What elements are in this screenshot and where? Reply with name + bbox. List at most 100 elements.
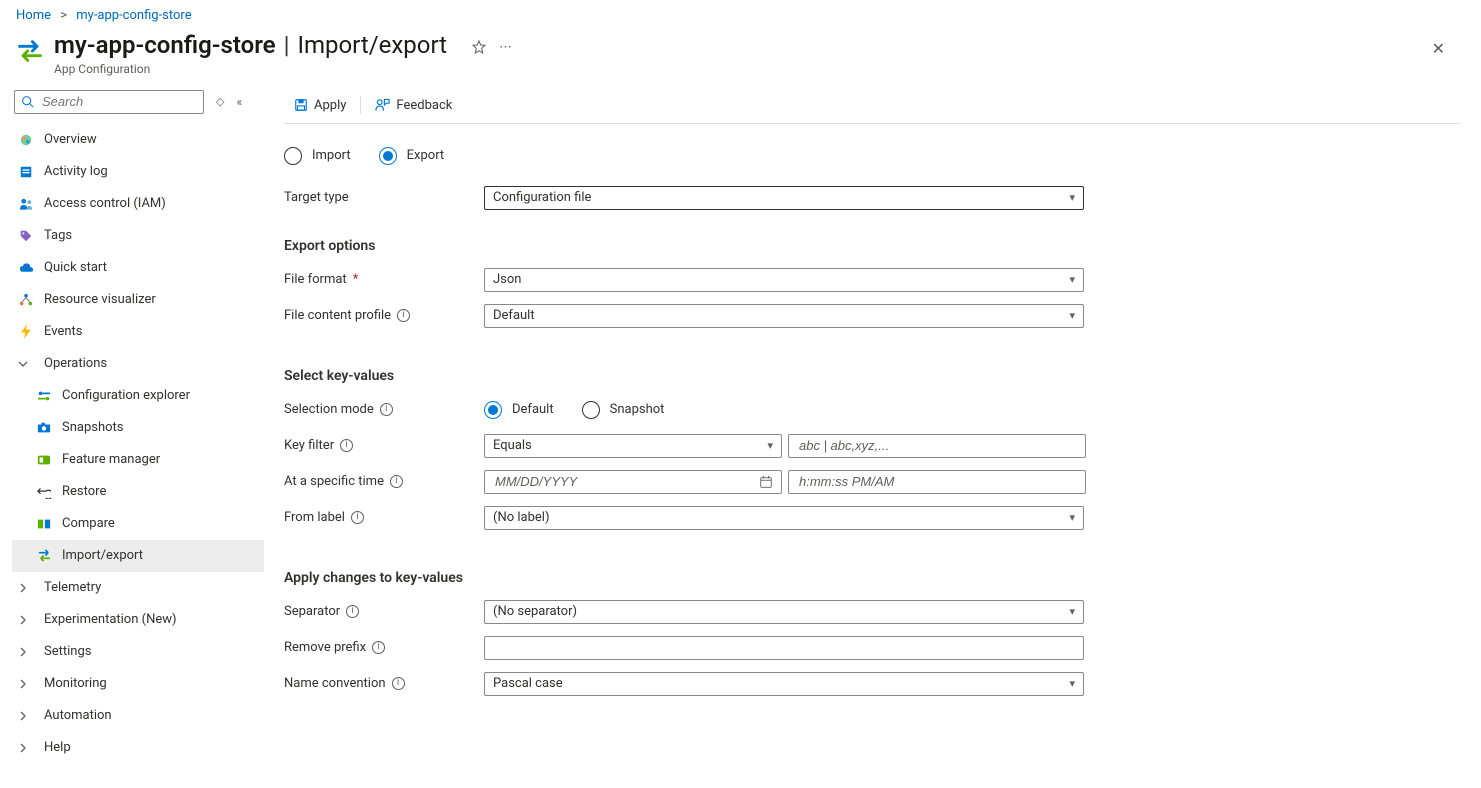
sidebar-item-label: Activity log	[44, 164, 108, 179]
sidebar-item-tags[interactable]: Tags	[12, 220, 264, 252]
chevron-right-icon	[18, 615, 34, 625]
sidebar-item-access[interactable]: Access control (IAM)	[12, 188, 264, 220]
chevron-right-icon	[18, 711, 34, 721]
sidebar-item-compare[interactable]: Compare	[12, 508, 264, 540]
radio-checked-icon	[484, 401, 502, 419]
sidebar-item-label: Quick start	[44, 260, 107, 275]
save-icon	[294, 98, 308, 112]
feedback-button[interactable]: Feedback	[365, 88, 462, 123]
sidebar-item-label: Import/export	[62, 548, 143, 563]
sidebar-item-label: Access control (IAM)	[44, 196, 166, 211]
file-content-profile-select[interactable]: Default ▾	[484, 304, 1084, 328]
chevron-down-icon: ▾	[1069, 511, 1075, 524]
more-icon[interactable]: ⋯	[499, 40, 514, 55]
sidebar-item-label: Restore	[62, 484, 106, 499]
apply-button[interactable]: Apply	[284, 88, 356, 123]
file-format-select[interactable]: Json ▾	[484, 268, 1084, 292]
name-conv-label: Name convention i	[284, 676, 484, 691]
sidebar-item-restore[interactable]: Restore	[12, 476, 264, 508]
radio-unchecked-icon	[284, 147, 302, 165]
toolbar: Apply Feedback	[284, 88, 1461, 124]
log-icon	[18, 164, 34, 180]
at-time-label: At a specific time i	[284, 474, 484, 489]
remove-prefix-label: Remove prefix i	[284, 640, 484, 655]
info-icon[interactable]: i	[351, 511, 364, 524]
chevron-down-icon	[18, 359, 34, 369]
expand-icon[interactable]: ◇	[216, 95, 224, 108]
close-icon[interactable]: ✕	[1432, 39, 1445, 58]
search-icon	[21, 95, 34, 108]
key-filter-value-input[interactable]	[788, 434, 1086, 458]
sidebar-group-operations[interactable]: Operations	[12, 348, 264, 380]
camera-icon	[36, 420, 52, 436]
compare-icon	[36, 516, 52, 532]
target-type-label: Target type	[284, 190, 484, 205]
breadcrumb-resource[interactable]: my-app-config-store	[76, 8, 191, 23]
separator-select[interactable]: (No separator) ▾	[484, 600, 1084, 624]
info-icon[interactable]: i	[397, 309, 410, 322]
breadcrumb-sep: >	[60, 8, 67, 23]
bolt-icon	[18, 324, 34, 340]
separator-label: Separator i	[284, 604, 484, 619]
selection-mode-snapshot-radio[interactable]: Snapshot	[582, 401, 665, 419]
flag-icon	[36, 452, 52, 468]
sidebar-item-label: Overview	[44, 132, 97, 147]
chevron-down-icon: ▾	[767, 439, 773, 452]
key-filter-op-select[interactable]: Equals ▾	[484, 434, 782, 458]
section-select-kv: Select key-values	[284, 368, 1364, 384]
sidebar-search-input[interactable]	[40, 93, 197, 110]
sidebar-group-settings[interactable]: Settings	[12, 636, 264, 668]
selection-mode-label: Selection mode i	[284, 402, 484, 417]
sidebar-group-automation[interactable]: Automation	[12, 700, 264, 732]
at-time-time-input[interactable]	[788, 470, 1086, 494]
sidebar-item-config-explorer[interactable]: Configuration explorer	[12, 380, 264, 412]
collapse-icon[interactable]: «	[236, 95, 242, 109]
info-icon[interactable]: i	[380, 403, 393, 416]
target-type-select[interactable]: Configuration file ▾	[484, 186, 1084, 210]
chevron-right-icon	[18, 679, 34, 689]
sliders-icon	[36, 388, 52, 404]
overview-icon	[18, 132, 34, 148]
sidebar-item-label: Tags	[44, 228, 72, 243]
from-label-select[interactable]: (No label) ▾	[484, 506, 1084, 530]
chevron-down-icon: ▾	[1069, 309, 1075, 322]
name-conv-select[interactable]: Pascal case ▾	[484, 672, 1084, 696]
mode-import-radio[interactable]: Import	[284, 147, 351, 165]
sidebar-item-visualizer[interactable]: Resource visualizer	[12, 284, 264, 316]
chevron-right-icon	[18, 647, 34, 657]
info-icon[interactable]: i	[372, 641, 385, 654]
file-content-profile-label: File content profile i	[284, 308, 484, 323]
sidebar-group-monitoring[interactable]: Monitoring	[12, 668, 264, 700]
selection-mode-default-radio[interactable]: Default	[484, 401, 554, 419]
sidebar-item-feature-manager[interactable]: Feature manager	[12, 444, 264, 476]
calendar-icon[interactable]	[759, 475, 773, 489]
info-icon[interactable]: i	[340, 439, 353, 452]
info-icon[interactable]: i	[390, 475, 403, 488]
sidebar-group-telemetry[interactable]: Telemetry	[12, 572, 264, 604]
info-icon[interactable]: i	[346, 605, 359, 618]
person-feedback-icon	[375, 98, 390, 112]
favorite-icon[interactable]	[471, 39, 487, 55]
sidebar-search[interactable]	[14, 90, 204, 114]
sidebar-item-events[interactable]: Events	[12, 316, 264, 348]
sidebar-group-help[interactable]: Help	[12, 732, 264, 764]
cloud-icon	[18, 260, 34, 276]
key-filter-label: Key filter i	[284, 438, 484, 453]
from-label-label: From label i	[284, 510, 484, 525]
mode-export-radio[interactable]: Export	[379, 147, 445, 165]
at-time-date-input[interactable]	[484, 470, 782, 494]
chevron-down-icon: ▾	[1069, 605, 1075, 618]
tag-icon	[18, 228, 34, 244]
remove-prefix-input[interactable]	[484, 636, 1084, 660]
sidebar-group-experimentation[interactable]: Experimentation (New)	[12, 604, 264, 636]
title-section: Import/export	[297, 31, 447, 60]
sidebar-item-label: Snapshots	[62, 420, 124, 435]
info-icon[interactable]: i	[392, 677, 405, 690]
breadcrumb-home[interactable]: Home	[16, 8, 51, 23]
sidebar-item-import-export[interactable]: Import/export	[12, 540, 264, 572]
sidebar-item-activity[interactable]: Activity log	[12, 156, 264, 188]
sidebar-item-overview[interactable]: Overview	[12, 124, 264, 156]
sidebar-item-quickstart[interactable]: Quick start	[12, 252, 264, 284]
sidebar-item-snapshots[interactable]: Snapshots	[12, 412, 264, 444]
sidebar-item-label: Compare	[62, 516, 115, 531]
